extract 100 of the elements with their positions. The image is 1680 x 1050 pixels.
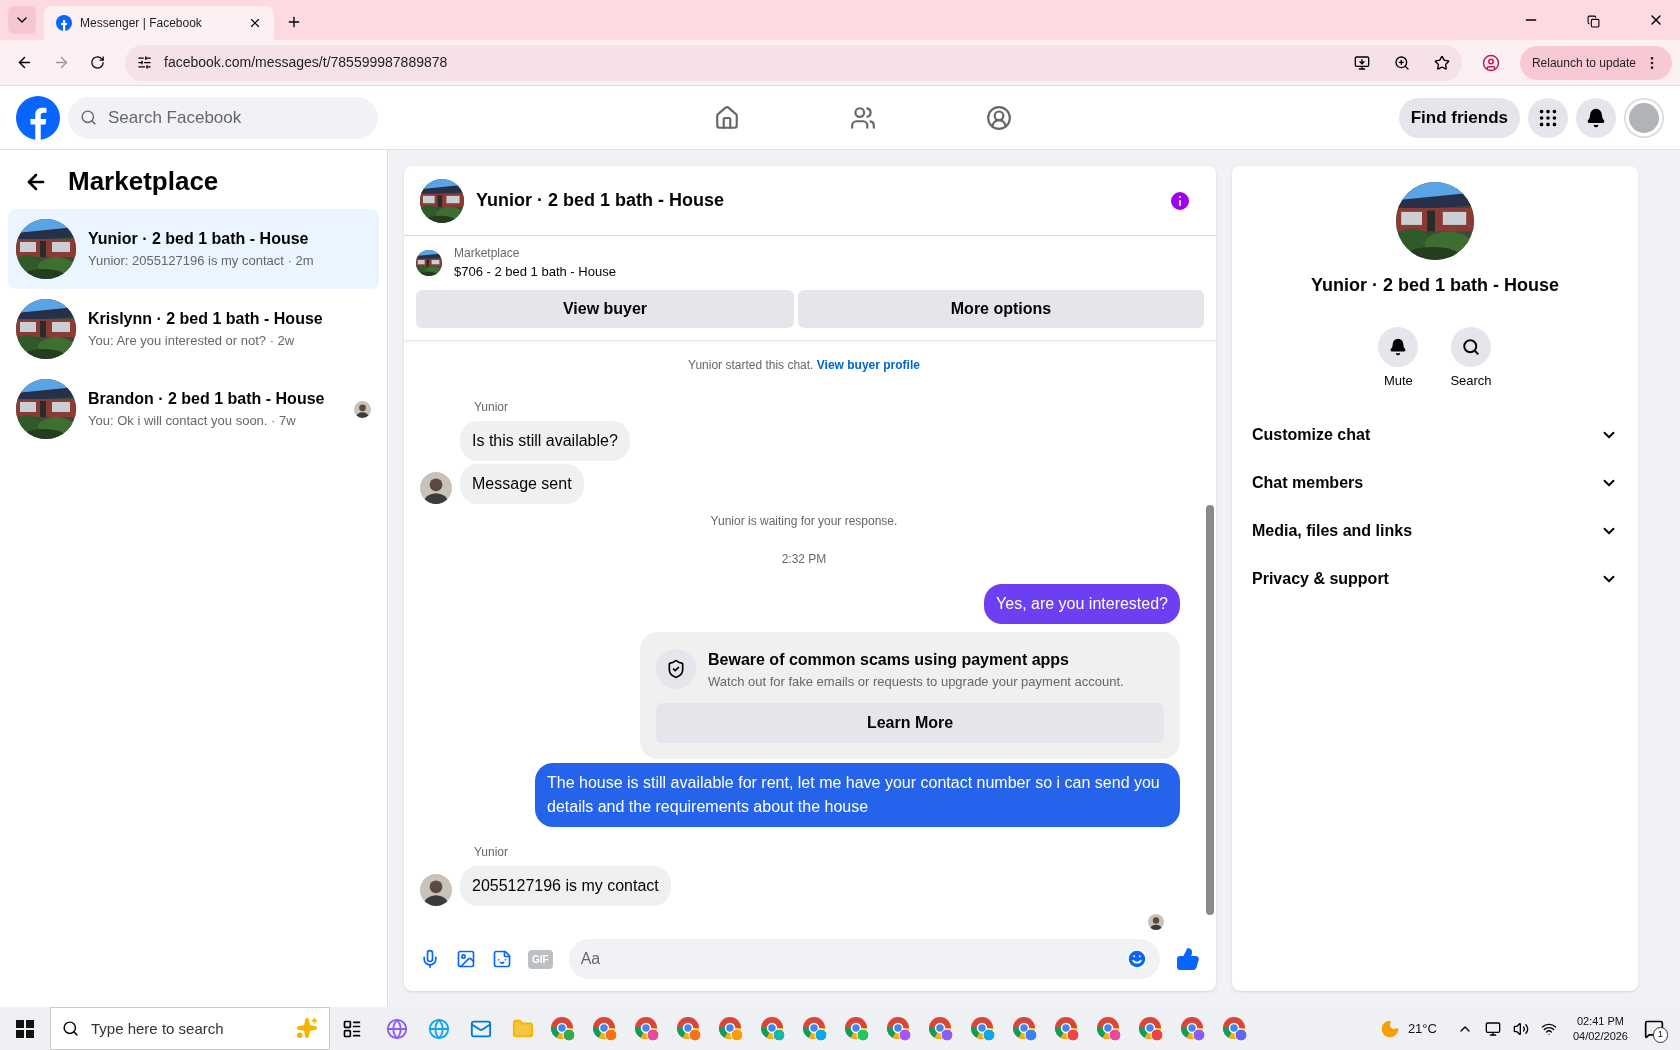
weather-icon (1379, 1018, 1400, 1039)
avatar (420, 471, 452, 504)
emoji-icon[interactable] (1126, 948, 1148, 970)
message-bubble: Is this still available? (460, 420, 630, 461)
listing-source: Marketplace (454, 245, 521, 262)
conversation-item[interactable]: Yunior · 2 bed 1 bath - House Yunior: 2055127196 is my contact · 2m (8, 209, 379, 289)
install-icon[interactable] (1353, 54, 1370, 71)
search-icon (80, 108, 97, 126)
sparkles-icon (296, 1017, 318, 1039)
network-icon[interactable] (1484, 1020, 1501, 1037)
sticker-icon[interactable] (492, 949, 512, 969)
back-icon[interactable] (16, 54, 33, 71)
clock-date: 04/02/2026 (1572, 1028, 1628, 1044)
browser-icon[interactable] (802, 1015, 828, 1042)
avatar-icon (1624, 97, 1664, 138)
search-icon (62, 1020, 79, 1037)
find-friends-button[interactable]: Find friends (1398, 97, 1520, 138)
browser-icon[interactable] (1054, 1015, 1080, 1042)
message-bubble: 2055127196 is my contact (460, 866, 671, 906)
listing-title: $706 - 2 bed 1 bath - House (454, 263, 616, 281)
chat-title: Yunior · 2 bed 1 bath - House (476, 189, 726, 212)
windows-icon[interactable] (16, 1019, 34, 1038)
logo-icon[interactable] (16, 95, 60, 140)
photo-icon[interactable] (456, 949, 476, 969)
avatar (354, 400, 371, 418)
message-field[interactable]: Aa (568, 939, 1160, 979)
message-bubble: Message sent (460, 463, 584, 504)
site-info-icon[interactable] (137, 55, 152, 70)
more-options-button[interactable]: More options (798, 289, 1204, 328)
section-row[interactable]: Customize chat (1248, 410, 1622, 459)
taskbar-search-field[interactable]: Type here to search (50, 1007, 330, 1050)
zoom-icon[interactable] (1393, 54, 1410, 71)
browser-icon[interactable] (1096, 1015, 1122, 1042)
browser-icon[interactable] (844, 1015, 870, 1042)
new-tab-icon[interactable] (286, 14, 302, 30)
like-icon[interactable] (1176, 947, 1200, 971)
conversation-preview: You: Are you interested or not? · 2w (88, 332, 296, 351)
notifications-button[interactable] (1576, 97, 1616, 138)
message-bubble: Yes, are you interested? (984, 583, 1180, 624)
notice-title: Beware of common scams using payment apps (708, 649, 1070, 670)
conversation-preview: You: Ok i will contact you soon. · 7w (88, 412, 297, 431)
browser-icon[interactable] (718, 1015, 744, 1042)
sidebar-title: Marketplace (68, 165, 219, 198)
home-icon[interactable] (714, 104, 741, 131)
message-bubble: The house is still available for rent, let me have your contact number so i can send you details and the requirements about the house (535, 763, 1180, 827)
microphone-icon[interactable] (420, 949, 440, 969)
tab-list-button[interactable] (8, 6, 36, 34)
menu-icon[interactable] (1528, 97, 1568, 138)
section-row[interactable]: Chat members (1248, 458, 1622, 507)
conversation-name: Krislynn · 2 bed 1 bath - House (88, 309, 324, 330)
restore-icon[interactable] (1587, 15, 1600, 28)
groups-icon[interactable] (986, 104, 1013, 131)
view-profile-link[interactable]: View buyer profile (816, 357, 920, 372)
section-row[interactable]: Media, files and links (1248, 506, 1622, 555)
browser-icon[interactable] (592, 1015, 618, 1042)
browser-icon[interactable] (1180, 1015, 1206, 1042)
address-bar[interactable]: facebook.com/messages/t/785599987889878 (125, 44, 1462, 81)
browser-icon[interactable] (970, 1015, 996, 1042)
conversation-preview: Yunior: 2055127196 is my contact · 2m (88, 252, 315, 271)
notice-text: Watch out for fake emails or requests to upgrade your payment account. (708, 672, 1124, 691)
clock-time: 02:41 PM (1576, 1013, 1624, 1029)
bell-icon (1389, 338, 1408, 356)
friends-icon[interactable] (850, 104, 877, 131)
reload-icon[interactable] (90, 55, 105, 70)
browser-icon[interactable] (1138, 1015, 1164, 1042)
browser-icon[interactable] (1222, 1015, 1248, 1042)
system-message: Yunior started this chat. View buyer profile (688, 356, 920, 374)
avatar (1148, 914, 1164, 930)
task-view-icon[interactable] (342, 1018, 362, 1039)
conversation-name: Yunior · 2 bed 1 bath - House (88, 229, 310, 250)
relaunch-button[interactable]: Relaunch to update (1519, 45, 1672, 80)
shield-icon (656, 649, 696, 690)
timestamp: 2:32 PM (781, 550, 827, 568)
search-field[interactable]: Search Facebook (68, 96, 378, 139)
avatar (420, 874, 452, 906)
view-buyer-button[interactable]: View buyer (416, 289, 794, 328)
contact-name: Yunior · 2 bed 1 bath - House (1311, 274, 1559, 297)
search-icon (1462, 338, 1480, 356)
browser-icon[interactable] (886, 1015, 912, 1042)
browser-icon[interactable] (676, 1015, 702, 1042)
bell-icon (1586, 107, 1606, 128)
system-message: Yunior is waiting for your response. (710, 512, 898, 530)
sender-name: Yunior (474, 845, 509, 859)
conversation-name: Brandon · 2 bed 1 bath - House (88, 389, 326, 410)
browser-icon[interactable] (760, 1015, 786, 1042)
browser-icon[interactable] (928, 1015, 954, 1042)
section-row[interactable]: Privacy & support (1248, 554, 1622, 603)
bookmark-icon[interactable] (1433, 54, 1450, 71)
volume-icon[interactable] (1512, 1020, 1529, 1037)
browser-icon[interactable] (1012, 1015, 1038, 1042)
close-tab-icon[interactable] (248, 16, 262, 30)
browser-tab[interactable]: Messenger | Facebook (44, 6, 274, 40)
temperature: 21°C (1407, 1019, 1437, 1038)
sender-name: Yunior (474, 399, 509, 414)
profile-icon[interactable] (1481, 53, 1500, 72)
browser-icon[interactable] (550, 1015, 576, 1042)
learn-more-button[interactable]: Learn More (656, 703, 1164, 743)
copilot-icon[interactable] (386, 1017, 408, 1040)
browser-icon[interactable] (634, 1015, 660, 1042)
forward-icon[interactable] (53, 54, 70, 71)
